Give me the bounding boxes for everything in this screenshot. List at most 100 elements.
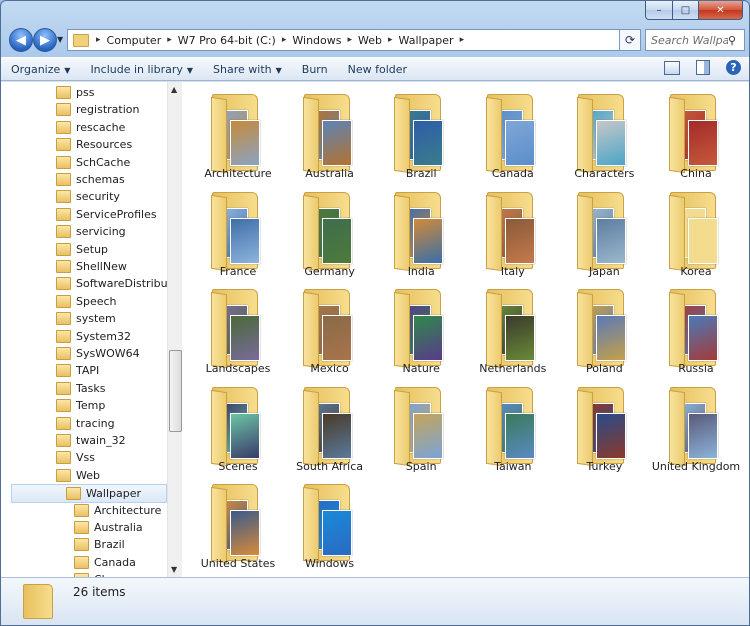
folder-tile[interactable]: Turkey <box>556 381 652 478</box>
breadcrumb-separator-icon[interactable]: ▸ <box>164 35 175 45</box>
recent-pages-dropdown[interactable]: ▼ <box>57 35 63 44</box>
folder-grid: Architecture Australia Brazil Canada Charact… <box>182 82 749 577</box>
tree-item[interactable]: Vss <box>56 449 95 466</box>
forward-button[interactable]: ▶ <box>33 28 57 52</box>
folder-tile[interactable]: Korea <box>648 186 744 283</box>
scrollbar-thumb[interactable] <box>169 350 182 432</box>
folder-tile[interactable]: Poland <box>556 283 652 380</box>
tree-item[interactable]: twain_32 <box>56 432 126 449</box>
folder-tile[interactable]: Characters <box>556 88 652 185</box>
folder-icon <box>73 33 89 47</box>
tree-item[interactable]: registration <box>56 101 139 118</box>
breadcrumb-separator-icon[interactable]: ▸ <box>385 35 396 45</box>
tree-item[interactable]: Resources <box>56 136 132 153</box>
tree-item[interactable]: Tasks <box>56 380 105 397</box>
back-button[interactable]: ◀ <box>9 28 33 52</box>
include-in-library-menu[interactable]: Include in library ▼ <box>80 63 203 76</box>
scroll-up-icon[interactable]: ▲ <box>171 85 177 94</box>
folder-icon <box>56 399 71 413</box>
tree-item[interactable]: SoftwareDistribution <box>56 275 167 292</box>
folder-tile[interactable]: Italy <box>465 186 561 283</box>
tree-child-item[interactable]: Architecture <box>74 502 161 519</box>
folder-tile[interactable]: Spain <box>373 381 469 478</box>
tree-item[interactable]: pss <box>56 84 94 101</box>
tree-item-label: Speech <box>76 294 117 308</box>
folder-label: Italy <box>500 264 525 278</box>
folder-tile[interactable]: Canada <box>465 88 561 185</box>
folder-front-icon <box>485 194 502 271</box>
breadcrumb-windows[interactable]: Windows <box>289 30 344 50</box>
folder-tile[interactable]: United Kingdom <box>648 381 744 478</box>
breadcrumb-wallpaper[interactable]: Wallpaper <box>396 30 457 50</box>
tree-item[interactable]: SchCache <box>56 154 130 171</box>
folder-label: France <box>219 264 257 278</box>
change-view-icon[interactable] <box>664 60 680 75</box>
new-folder-button[interactable]: New folder <box>338 63 417 76</box>
folder-tile[interactable]: Germany <box>282 186 378 283</box>
minimize-button[interactable]: – <box>645 1 673 20</box>
tree-item[interactable]: SysWOW64 <box>56 345 140 362</box>
folder-front-icon <box>302 486 319 564</box>
tree-item[interactable]: Temp <box>56 397 105 414</box>
breadcrumb-separator-icon[interactable]: ▸ <box>457 35 468 45</box>
search-box[interactable]: Search Wallpa... ⚲ <box>645 29 745 51</box>
address-bar[interactable]: ▸ Computer ▸ W7 Pro 64-bit (C:) ▸ Window… <box>67 29 641 51</box>
tree-item[interactable]: ServiceProfiles <box>56 206 157 223</box>
refresh-button[interactable]: ⟳ <box>619 29 641 51</box>
folder-tile[interactable]: China <box>648 88 744 185</box>
search-icon[interactable]: ⚲ <box>728 34 744 47</box>
tree-item[interactable]: schemas <box>56 171 125 188</box>
burn-button[interactable]: Burn <box>292 63 338 76</box>
search-input[interactable]: Search Wallpa... <box>646 34 728 47</box>
tree-item[interactable]: servicing <box>56 223 126 240</box>
folder-tile[interactable]: Taiwan <box>465 381 561 478</box>
folder-tile[interactable]: United States <box>190 478 286 575</box>
breadcrumb-separator-icon[interactable]: ▸ <box>93 35 104 45</box>
folder-tile[interactable]: Nature <box>373 283 469 380</box>
tree-item[interactable]: TAPI <box>56 362 99 379</box>
share-with-menu[interactable]: Share with ▼ <box>203 63 292 76</box>
folder-icon <box>56 451 71 465</box>
folder-tile[interactable]: South Africa <box>282 381 378 478</box>
folder-tile[interactable]: Russia <box>648 283 744 380</box>
organize-menu[interactable]: Organize ▼ <box>1 63 80 76</box>
breadcrumb-separator-icon[interactable]: ▸ <box>345 35 356 45</box>
breadcrumb-drive[interactable]: W7 Pro 64-bit (C:) <box>175 30 279 50</box>
tree-item[interactable]: system <box>56 310 116 327</box>
folder-tile[interactable]: Windows <box>282 478 378 575</box>
tree-item[interactable]: Setup <box>56 241 108 258</box>
breadcrumb-computer[interactable]: Computer <box>104 30 165 50</box>
tree-item-label: registration <box>76 103 140 117</box>
tree-item[interactable]: ShellNew <box>56 258 127 275</box>
preview-pane-icon[interactable] <box>696 60 710 75</box>
folder-tile[interactable]: Scenes <box>190 381 286 478</box>
navigation-pane-scrollbar[interactable]: ▲ ▼ <box>167 82 182 577</box>
folder-tile[interactable]: Mexico <box>282 283 378 380</box>
tree-item-selected[interactable]: Wallpaper <box>11 484 167 504</box>
tree-item[interactable]: Speech <box>56 293 117 310</box>
folder-tile[interactable]: Netherlands <box>465 283 561 380</box>
tree-item[interactable]: security <box>56 188 120 205</box>
tree-item[interactable]: tracing <box>56 415 115 432</box>
maximize-button[interactable]: □ <box>673 1 699 20</box>
folder-tile[interactable]: France <box>190 186 286 283</box>
tree-child-item[interactable]: Australia <box>74 519 143 536</box>
breadcrumb-web[interactable]: Web <box>355 30 385 50</box>
folder-tile[interactable]: Brazil <box>373 88 469 185</box>
folder-tile[interactable]: Landscapes <box>190 283 286 380</box>
close-button[interactable]: ✕ <box>699 1 743 20</box>
tree-item[interactable]: Web <box>56 467 100 484</box>
folder-tile[interactable]: Australia <box>282 88 378 185</box>
forward-arrow-icon: ▶ <box>40 32 50 48</box>
tree-item[interactable]: System32 <box>56 328 131 345</box>
tree-item-label: SchCache <box>76 155 131 169</box>
tree-child-item[interactable]: Canada <box>74 554 136 571</box>
help-icon[interactable]: ? <box>726 60 741 75</box>
folder-tile[interactable]: Japan <box>556 186 652 283</box>
tree-item[interactable]: rescache <box>56 119 125 136</box>
folder-tile[interactable]: Architecture <box>190 88 286 185</box>
scroll-down-icon[interactable]: ▼ <box>171 565 177 574</box>
breadcrumb-separator-icon[interactable]: ▸ <box>279 35 290 45</box>
folder-tile[interactable]: India <box>373 186 469 283</box>
tree-child-item[interactable]: Brazil <box>74 536 125 553</box>
